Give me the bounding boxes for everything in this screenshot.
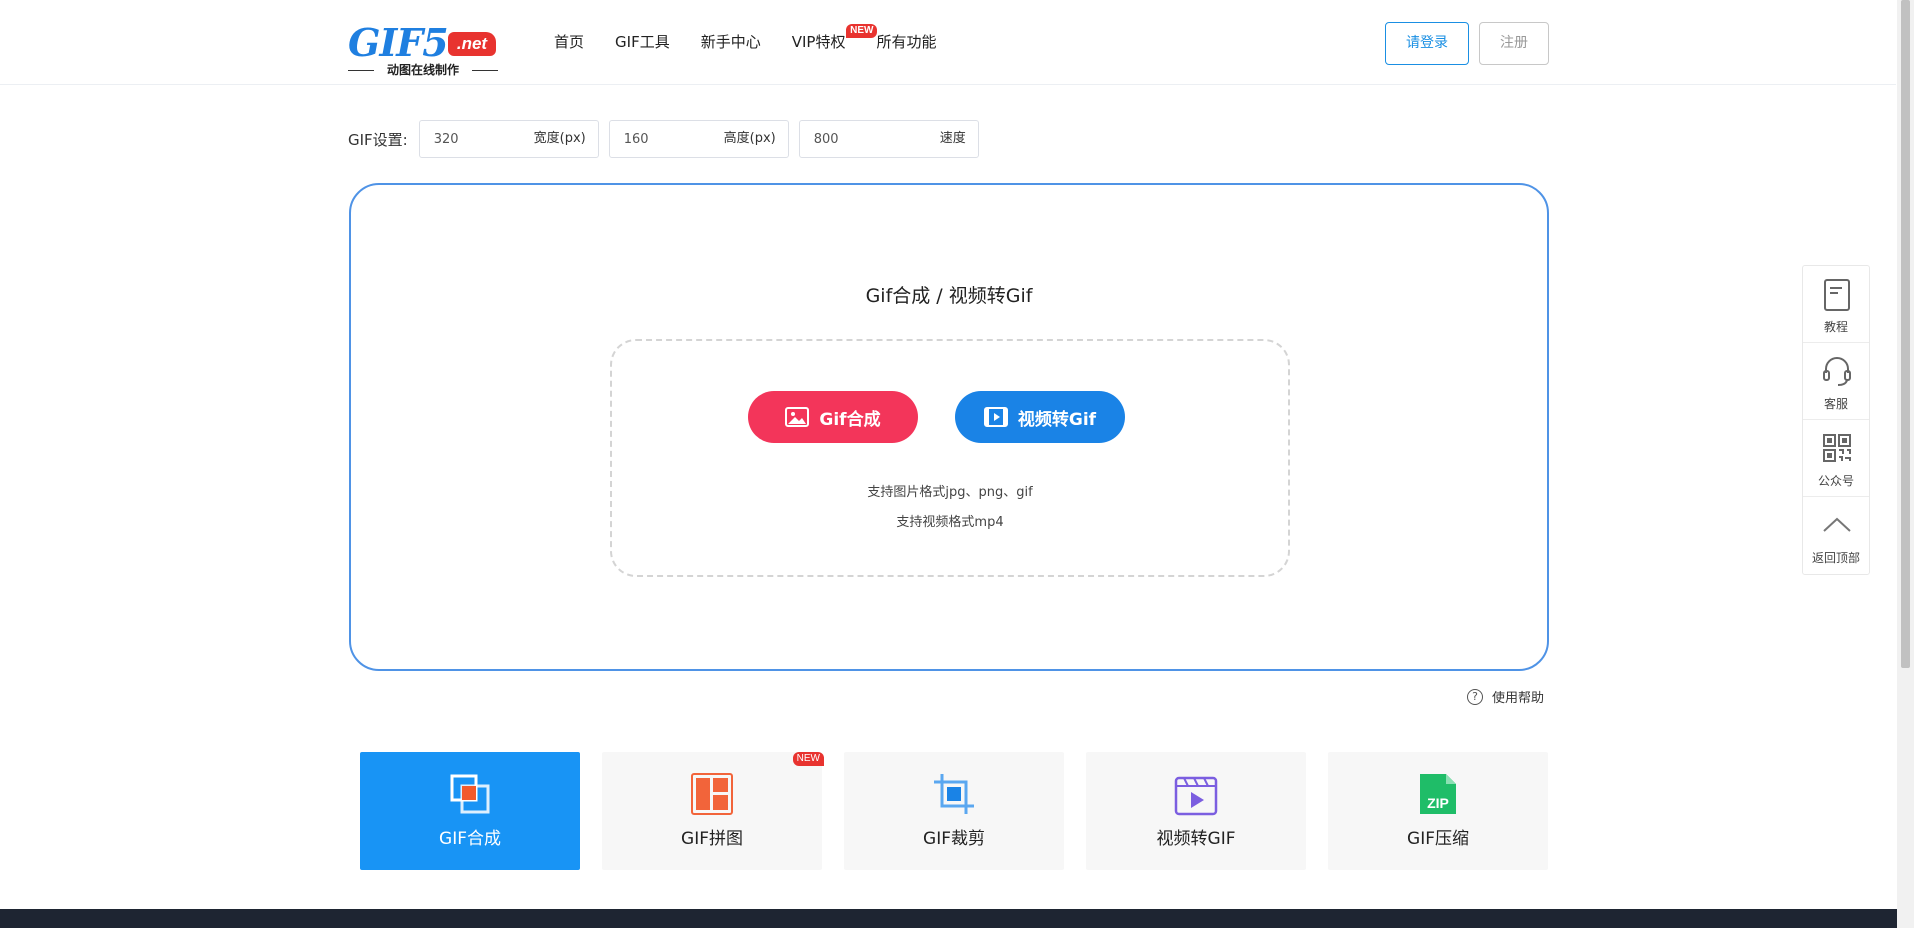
gif-settings-label: GIF设置: (348, 130, 408, 149)
logo-tagline: 动图在线制作 (348, 62, 498, 78)
video-to-gif-label: 视频转Gif (1017, 409, 1097, 430)
help-label: 使用帮助 (1492, 691, 1545, 706)
gif-settings: GIF设置: 宽度(px) 高度(px) 速度 (348, 120, 989, 158)
login-button[interactable]: 请登录 (1385, 22, 1469, 65)
film-icon (983, 407, 1008, 427)
nav-beginner-center[interactable]: 新手中心 (701, 30, 761, 54)
site-logo[interactable]: GIF5 .net 动图在线制作 (348, 22, 498, 80)
speed-unit: 速度 (939, 131, 966, 146)
zip-icon: ZIP (1420, 774, 1456, 814)
side-label: 客服 (1823, 397, 1848, 411)
tool-label: GIF压缩 (1407, 829, 1469, 849)
video-format-hint: 支持视频格式mp4 (896, 515, 1004, 530)
speed-input[interactable] (800, 122, 901, 156)
image-format-hint: 支持图片格式jpg、png、gif (867, 485, 1033, 500)
nav-vip-label: VIP特权 (791, 33, 846, 51)
top-header: GIF5 .net 动图在线制作 首页 GIF工具 新手中心 VIP特权 NEW… (0, 0, 1896, 85)
svg-text:ZIP: ZIP (1427, 795, 1449, 811)
video-to-gif-button[interactable]: 视频转Gif (955, 391, 1125, 443)
new-badge: NEW (846, 24, 878, 38)
tool-cards: GIF合成 GIF拼图 NEW GIF裁剪 视频转GIF ZIP GIF压缩 (360, 752, 1548, 870)
scrollbar-thumb[interactable] (1901, 0, 1910, 668)
page: GIF5 .net 动图在线制作 首页 GIF工具 新手中心 VIP特权 NEW… (0, 0, 1914, 928)
gif-merge-label: Gif合成 (819, 409, 881, 430)
side-label: 返回顶部 (1811, 551, 1860, 565)
chevron-up-icon (1823, 517, 1851, 532)
width-input[interactable] (420, 122, 521, 156)
tool-label: 视频转GIF (1156, 829, 1236, 849)
nav-gif-tools[interactable]: GIF工具 (615, 30, 670, 54)
gif-merge-button[interactable]: Gif合成 (748, 391, 918, 443)
new-badge: NEW (792, 752, 824, 766)
logo-text: GIF5 (348, 20, 449, 65)
tool-gif-merge[interactable]: GIF合成 (360, 752, 580, 870)
help-link[interactable]: ? 使用帮助 (1467, 687, 1544, 706)
side-back-to-top[interactable]: 返回顶部 (1803, 497, 1869, 574)
tool-label: GIF拼图 (681, 829, 743, 849)
tool-label: GIF裁剪 (923, 829, 985, 849)
footer (0, 909, 1897, 928)
register-button[interactable]: 注册 (1479, 22, 1549, 65)
width-field: 宽度(px) (418, 120, 599, 158)
question-icon: ? (1467, 688, 1483, 705)
qrcode-icon (1823, 434, 1851, 462)
width-unit: 宽度(px) (533, 131, 586, 146)
side-toolbar: 教程 客服 公众号 返回顶部 (1802, 265, 1870, 575)
upload-panel: Gif合成 / 视频转Gif Gif合成 视频转Gif 支持图片格式jpg、pn… (349, 183, 1549, 671)
nav-vip[interactable]: VIP特权 NEW (791, 24, 878, 54)
tool-label: GIF合成 (439, 829, 501, 849)
drop-zone[interactable]: Gif合成 视频转Gif 支持图片格式jpg、png、gif 支持视频格式mp4 (610, 339, 1290, 577)
nav-all-features[interactable]: 所有功能 (876, 30, 936, 54)
main-nav: 首页 GIF工具 新手中心 VIP特权 NEW 所有功能 (554, 24, 967, 54)
tool-gif-compress[interactable]: ZIP GIF压缩 (1328, 752, 1548, 870)
side-wechat-account[interactable]: 公众号 (1803, 420, 1869, 497)
merge-icon (450, 774, 490, 814)
side-tutorial[interactable]: 教程 (1803, 266, 1869, 343)
book-icon (1824, 279, 1850, 311)
crop-icon (934, 774, 974, 814)
upload-title: Gif合成 / 视频转Gif (865, 285, 1033, 307)
speed-field: 速度 (798, 120, 979, 158)
tool-video-to-gif[interactable]: 视频转GIF (1086, 752, 1306, 870)
headset-icon (1823, 357, 1851, 386)
collage-icon (691, 773, 733, 815)
image-icon (785, 407, 810, 427)
tool-gif-collage[interactable]: GIF拼图 NEW (602, 752, 824, 870)
tool-gif-crop[interactable]: GIF裁剪 (844, 752, 1064, 870)
nav-home[interactable]: 首页 (554, 30, 584, 54)
side-label: 公众号 (1817, 474, 1854, 488)
height-field: 高度(px) (608, 120, 789, 158)
video-icon (1174, 776, 1218, 816)
logo-badge: .net (448, 32, 496, 56)
height-unit: 高度(px) (723, 131, 776, 146)
side-customer-service[interactable]: 客服 (1803, 343, 1869, 420)
side-label: 教程 (1823, 320, 1848, 334)
height-input[interactable] (610, 122, 711, 156)
